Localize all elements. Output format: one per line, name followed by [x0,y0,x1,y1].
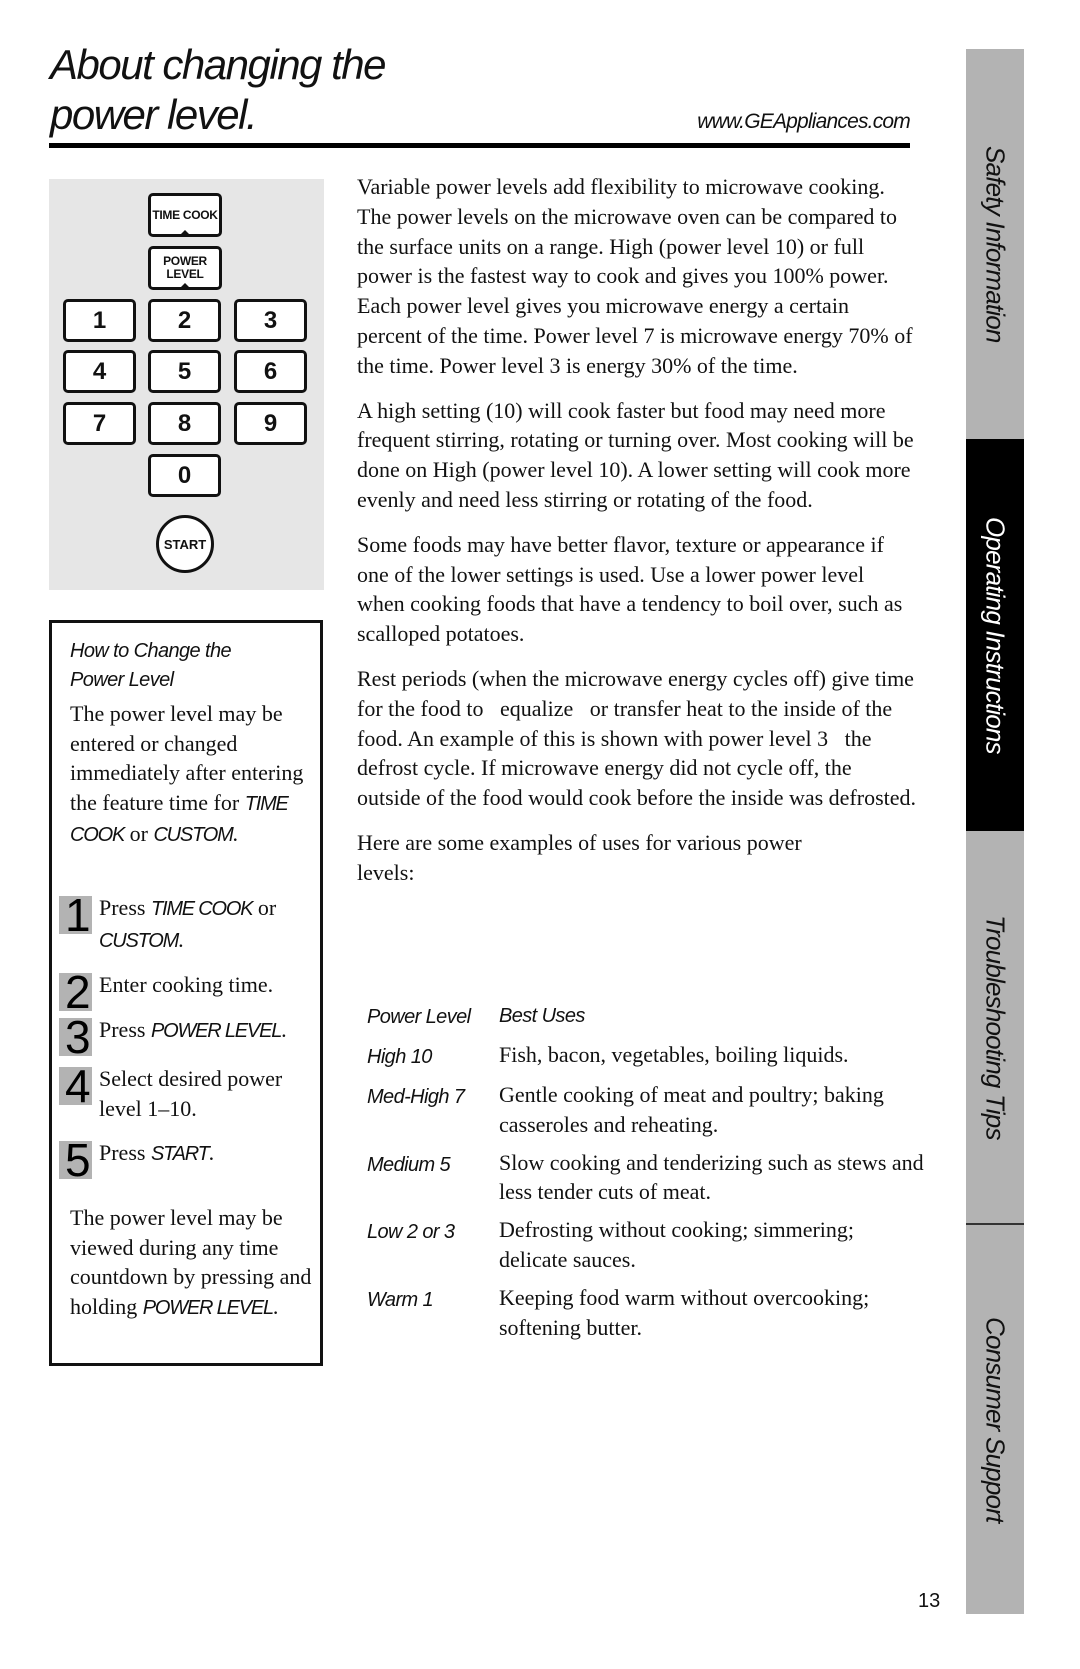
digit-key-1: 1 [63,299,136,342]
how-to-change-box: How to Change the Power Level The power l… [49,620,323,1366]
page-number: 13 [918,1590,941,1612]
table-row: Med-High 7 Gentle cooking of meat and po… [367,1080,927,1140]
website-url[interactable]: www.GEAppliances.com [640,110,911,134]
paragraph-rest-periods: Rest periods (when the microwave energy … [357,665,920,811]
power-level-uses-table: Power Level Best Uses High 10 Fish, baco… [367,1000,927,1350]
step-text: Press TIME COOK or CUSTOM. [99,895,277,952]
best-use-cell: Fish, bacon, vegetables, boiling liquids… [499,1042,849,1067]
power-level-cell: Low 2 or 3 [367,1221,455,1244]
digit-key-0: 0 [148,454,221,497]
step-number-badge: 4 [59,1061,92,1111]
power-level-cell: Medium 5 [367,1153,451,1176]
digit-key-6: 6 [234,350,307,393]
step-text: Enter cooking time. [99,972,274,997]
page-title: About changing the power level. [50,40,386,140]
time-cook-key: TIME COOK [148,193,222,237]
digit-key-8: 8 [148,402,221,445]
column-header-power-level: Power Level [367,1006,471,1028]
best-use-cell: Slow cooking and tenderizing such as ste… [499,1149,924,1205]
tab-troubleshooting-tips[interactable]: Troubleshooting Tips [966,831,1024,1223]
tab-safety-information[interactable]: Safety Information [966,49,1024,439]
start-key: START [156,515,214,573]
step-text: Press START. [99,1140,215,1165]
best-use-cell: Gentle cooking of meat and poultry; baki… [499,1082,884,1137]
paragraph-lower-settings: Some foods may have better flavor, textu… [357,531,903,647]
keypad-illustration: TIME COOK POWER LEVEL 1 2 3 4 5 6 7 8 9 0… [49,179,324,590]
page-title-line1: About changing the [50,41,386,88]
column-header-best-uses: Best Uses [499,1005,585,1027]
step-number-badge: 2 [59,967,92,1017]
paragraph-examples-intro: Here are some examples of uses for vario… [357,829,802,885]
table-header-row: Power Level Best Uses [367,1000,927,1032]
tab-consumer-support[interactable]: Consumer Support [966,1225,1024,1614]
tab-operating-instructions[interactable]: Operating Instructions [966,439,1024,831]
section-tabs: Safety Information Operating Instruction… [966,49,1024,1614]
tab-label: Safety Information [980,145,1011,343]
tab-label: Consumer Support [980,1316,1011,1523]
digit-key-5: 5 [148,350,221,393]
instructions-heading: How to Change the Power Level [70,640,232,691]
step-number-badge: 3 [59,1012,92,1062]
best-use-cell: Defrosting without cooking; simmering; d… [499,1217,855,1272]
power-level-cell: High 10 [367,1046,432,1068]
digit-key-9: 9 [234,402,307,445]
paragraph-high-setting: A high setting (10) will cook faster but… [357,397,914,512]
main-text: Variable power levels add flexibility to… [357,172,917,903]
time-cook-label: TIME COOK [152,207,218,222]
digit-key-4: 4 [63,350,136,393]
table-row: Warm 1 Keeping food warm without overcoo… [367,1283,927,1343]
power-level-key: POWER LEVEL [148,246,222,290]
step-text: Press POWER LEVEL. [99,1017,287,1042]
table-row: Medium 5 Slow cooking and tenderizing su… [367,1148,927,1208]
power-level-cell: Med-High 7 [367,1086,465,1108]
power-level-cell: Warm 1 [367,1288,434,1311]
digit-key-2: 2 [148,299,221,342]
instructions-outro: The power level may be viewed during any… [70,1205,312,1319]
tab-label: Troubleshooting Tips [980,914,1011,1140]
digit-key-7: 7 [63,402,136,445]
digit-key-3: 3 [234,299,307,342]
step-text: Select desired power level 1–10. [99,1066,283,1121]
instructions-intro: The power level may be entered or change… [70,701,304,846]
page-title-line2: power level. [50,91,258,138]
step-number-badge: 1 [59,890,92,940]
step-number-badge: 5 [59,1135,92,1185]
best-use-cell: Keeping food warm without overcooking; s… [499,1284,870,1340]
header-divider [49,143,910,148]
table-row: Low 2 or 3 Defrosting without cooking; s… [367,1215,927,1275]
paragraph-variable-power: Variable power levels add flexibility to… [357,174,913,378]
tab-label: Operating Instructions [980,516,1011,754]
table-row: High 10 Fish, bacon, vegetables, boiling… [367,1040,927,1072]
power-level-label: POWER LEVEL [163,254,207,281]
